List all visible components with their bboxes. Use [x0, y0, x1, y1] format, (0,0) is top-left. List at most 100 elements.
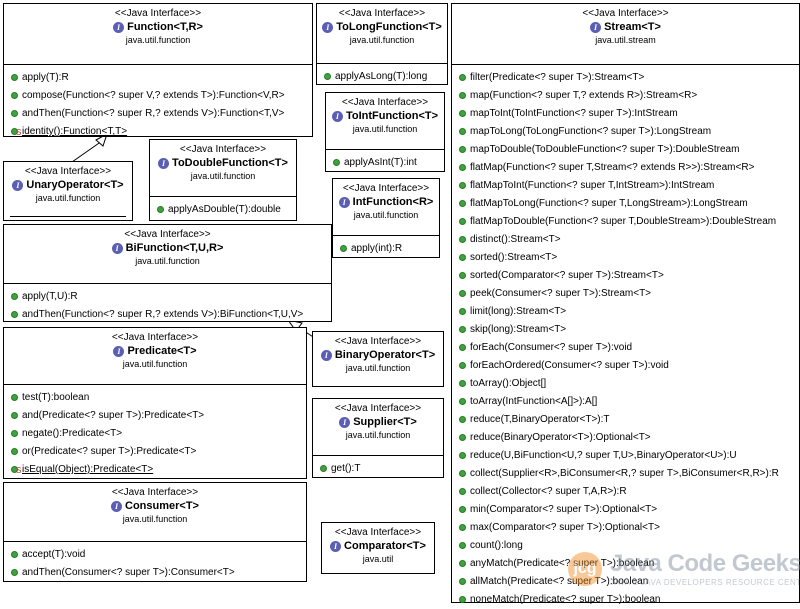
- method-row[interactable]: flatMapToLong(Function<? super T,LongStr…: [452, 195, 799, 213]
- method-row[interactable]: collect(Supplier<R>,BiConsumer<R,? super…: [452, 465, 799, 483]
- method-signature: and(Predicate<? super T>):Predicate<T>: [22, 410, 205, 421]
- method-row[interactable]: distinct():Stream<T>: [452, 231, 799, 249]
- public-method-icon: [11, 110, 18, 117]
- method-row[interactable]: peek(Consumer<? super T>):Stream<T>: [452, 285, 799, 303]
- method-row[interactable]: andThen(Consumer<? super T>):Consumer<T>: [4, 564, 306, 582]
- to-long-function-interface-box[interactable]: <<Java Interface>> I ToLongFunction<T> ja…: [316, 3, 448, 85]
- method-row[interactable]: sorted(Comparator<? super T>):Stream<T>: [452, 267, 799, 285]
- interface-icon: I: [590, 21, 602, 33]
- method-row[interactable]: filter(Predicate<? super T>):Stream<T>: [452, 69, 799, 87]
- method-row[interactable]: andThen(Function<? super R,? extends V>)…: [4, 105, 312, 123]
- method-row[interactable]: flatMap(Function<? super T,Stream<? exte…: [452, 159, 799, 177]
- method-row[interactable]: applyAsLong(T):long: [317, 68, 447, 86]
- method-row[interactable]: apply(int):R: [333, 240, 439, 258]
- public-method-icon: [459, 344, 466, 351]
- method-row[interactable]: apply(T):R: [4, 69, 312, 87]
- method-row[interactable]: toArray(IntFunction<A[]>):A[]: [452, 393, 799, 411]
- unary-operator-interface-box[interactable]: <<Java Interface>> I UnaryOperator<T> jav…: [3, 161, 133, 221]
- public-method-icon: [459, 578, 466, 585]
- method-row[interactable]: noneMatch(Predicate<? super T>):boolean: [452, 591, 799, 609]
- method-row[interactable]: applyAsInt(T):int: [326, 154, 444, 172]
- package-label: java.util.function: [345, 363, 411, 373]
- method-row[interactable]: negate():Predicate<T>: [4, 425, 306, 443]
- package-label: java.util.function: [135, 256, 200, 266]
- method-row[interactable]: reduce(BinaryOperator<T>):Optional<T>: [452, 429, 799, 447]
- method-row[interactable]: anyMatch(Predicate<? super T>):boolean: [452, 555, 799, 573]
- method-signature: map(Function<? super T,? extends R>):Str…: [470, 90, 698, 101]
- public-method-icon: [459, 128, 466, 135]
- interface-name: Predicate<T>: [127, 345, 197, 357]
- method-row[interactable]: collect(Collector<? super T,A,R>):R: [452, 483, 799, 501]
- method-signature: count():long: [470, 540, 523, 551]
- interface-icon: I: [338, 196, 350, 208]
- public-method-icon: [459, 542, 466, 549]
- method-row[interactable]: test(T):boolean: [4, 389, 306, 407]
- method-row[interactable]: min(Comparator<? super T>):Optional<T>: [452, 501, 799, 519]
- interface-icon: I: [111, 500, 123, 512]
- method-row[interactable]: reduce(T,BinaryOperator<T>):T: [452, 411, 799, 429]
- consumer-interface-box[interactable]: <<Java Interface>> I Consumer<T> java.uti…: [3, 482, 307, 582]
- method-row[interactable]: sorted():Stream<T>: [452, 249, 799, 267]
- to-double-function-interface-box[interactable]: <<Java Interface>> I ToDoubleFunction<T> …: [149, 139, 297, 221]
- supplier-interface-box[interactable]: <<Java Interface>> I Supplier<T> java.uti…: [312, 398, 444, 478]
- method-row[interactable]: skip(long):Stream<T>: [452, 321, 799, 339]
- method-row[interactable]: mapToDouble(ToDoubleFunction<? super T>)…: [452, 141, 799, 159]
- method-row[interactable]: allMatch(Predicate<? super T>):boolean: [452, 573, 799, 591]
- method-row[interactable]: forEachOrdered(Consumer<? super T>):void: [452, 357, 799, 375]
- method-signature: negate():Predicate<T>: [22, 428, 123, 439]
- method-signature: skip(long):Stream<T>: [470, 324, 567, 335]
- binary-operator-interface-box[interactable]: <<Java Interface>> I BinaryOperator<T> ja…: [312, 331, 444, 387]
- stereotype-label: <<Java Interface>>: [334, 336, 422, 347]
- method-signature: forEach(Consumer<? super T>):void: [470, 342, 633, 353]
- method-signature: anyMatch(Predicate<? super T>):boolean: [470, 558, 655, 569]
- package-label: java.util.function: [349, 35, 415, 45]
- method-row[interactable]: flatMapToInt(Function<? super T,IntStrea…: [452, 177, 799, 195]
- public-method-icon: [459, 164, 466, 171]
- method-signature: mapToLong(ToLongFunction<? super T>):Lon…: [470, 126, 712, 137]
- method-row[interactable]: mapToLong(ToLongFunction<? super T>):Lon…: [452, 123, 799, 141]
- interface-icon: I: [330, 540, 342, 552]
- method-row[interactable]: apply(T,U):R: [4, 288, 331, 306]
- method-signature: toArray():Object[]: [470, 378, 547, 389]
- public-method-icon: [459, 524, 466, 531]
- method-row[interactable]: toArray():Object[]: [452, 375, 799, 393]
- method-row[interactable]: applyAsDouble(T):double: [150, 201, 296, 219]
- method-row[interactable]: or(Predicate<? super T>):Predicate<T>: [4, 443, 306, 461]
- interface-name: Stream<T>: [604, 21, 661, 33]
- method-signature: accept(T):void: [22, 549, 86, 560]
- method-signature: compose(Function<? super V,? extends T>)…: [22, 90, 285, 101]
- public-method-icon: [459, 290, 466, 297]
- method-row[interactable]: compose(Function<? super V,? extends T>)…: [4, 87, 312, 105]
- method-signature: andThen(Function<? super R,? extends V>)…: [22, 309, 304, 320]
- method-signature: flatMap(Function<? super T,Stream<? exte…: [470, 162, 755, 173]
- stream-interface-box[interactable]: <<Java Interface>> I Stream<T> java.util.…: [451, 3, 800, 605]
- method-row[interactable]: and(Predicate<? super T>):Predicate<T>: [4, 407, 306, 425]
- method-row[interactable]: reduce(U,BiFunction<U,? super T,U>,Binar…: [452, 447, 799, 465]
- method-row[interactable]: max(Comparator<? super T>):Optional<T>: [452, 519, 799, 537]
- public-method-icon: [459, 506, 466, 513]
- int-function-interface-box[interactable]: <<Java Interface>> I IntFunction<R> java.…: [332, 178, 440, 258]
- method-signature: apply(T,U):R: [22, 291, 78, 302]
- method-row[interactable]: andThen(Function<? super R,? extends V>)…: [4, 306, 331, 324]
- public-method-icon: [11, 92, 18, 99]
- method-signature: allMatch(Predicate<? super T>):boolean: [470, 576, 649, 587]
- method-row[interactable]: map(Function<? super T,? extends R>):Str…: [452, 87, 799, 105]
- public-method-icon: [333, 159, 340, 166]
- method-row[interactable]: count():long: [452, 537, 799, 555]
- method-row[interactable]: flatMapToDouble(Function<? super T,Doubl…: [452, 213, 799, 231]
- method-row[interactable]: get():T: [313, 460, 443, 478]
- bifunction-interface-box[interactable]: <<Java Interface>> I BiFunction<T,U,R> ja…: [3, 224, 332, 322]
- public-method-icon: [459, 560, 466, 567]
- comparator-interface-box[interactable]: <<Java Interface>> I Comparator<T> java.u…: [321, 522, 435, 574]
- method-signature: mapToInt(ToIntFunction<? super T>):IntSt…: [470, 108, 678, 119]
- method-row[interactable]: SisEqual(Object):Predicate<T>: [4, 461, 306, 479]
- method-row[interactable]: mapToInt(ToIntFunction<? super T>):IntSt…: [452, 105, 799, 123]
- interface-name: UnaryOperator<T>: [26, 179, 124, 191]
- function-interface-box[interactable]: <<Java Interface>> I Function<T,R> java.u…: [3, 3, 313, 137]
- method-row[interactable]: forEach(Consumer<? super T>):void: [452, 339, 799, 357]
- method-row[interactable]: limit(long):Stream<T>: [452, 303, 799, 321]
- public-method-icon: [459, 182, 466, 189]
- to-int-function-interface-box[interactable]: <<Java Interface>> I ToIntFunction<T> jav…: [325, 92, 445, 172]
- method-row[interactable]: accept(T):void: [4, 546, 306, 564]
- predicate-interface-box[interactable]: <<Java Interface>> I Predicate<T> java.ut…: [3, 327, 307, 479]
